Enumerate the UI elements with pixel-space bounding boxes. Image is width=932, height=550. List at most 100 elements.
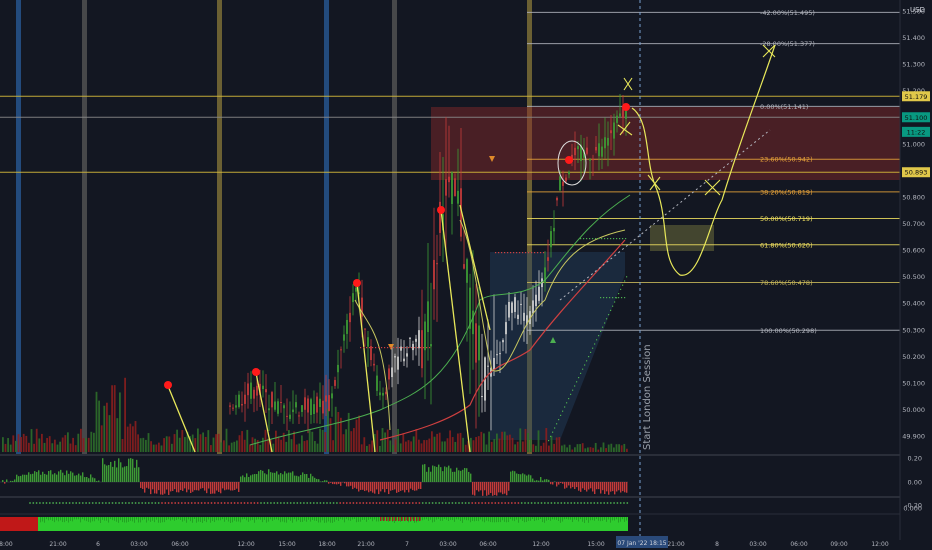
- trend-texture: [342, 517, 343, 520]
- osc-bar: [528, 474, 530, 482]
- stop-dot: [562, 410, 564, 412]
- osc-bar: [570, 482, 572, 489]
- osc-bar: [542, 480, 544, 482]
- volume-bar: [178, 437, 181, 452]
- candle-body: [601, 146, 603, 157]
- fib-level-label: 38.20%(50.819): [760, 188, 813, 196]
- candle-body: [232, 407, 234, 409]
- trend-texture: [552, 517, 553, 520]
- level-dot: [592, 238, 594, 240]
- osc-bar: [564, 482, 566, 489]
- osc-bar: [270, 472, 272, 482]
- osc-bar: [118, 458, 120, 482]
- state-dot: [385, 502, 388, 504]
- trend-texture: [84, 517, 85, 521]
- stop-dot: [574, 385, 576, 387]
- volume-bar: [464, 444, 467, 452]
- volume-bar: [15, 440, 17, 452]
- trend-texture: [580, 517, 581, 520]
- trend-texture: [268, 517, 269, 522]
- trend-texture: [486, 517, 487, 521]
- trend-texture: [336, 517, 337, 520]
- osc-bar: [518, 474, 520, 482]
- candle-body: [337, 364, 339, 373]
- trend-texture: [484, 517, 485, 523]
- state-dot: [316, 502, 318, 504]
- candle-body: [334, 380, 336, 386]
- osc-bar: [222, 482, 224, 489]
- state-dot: [177, 502, 180, 504]
- candle-body: [307, 398, 309, 413]
- trend-texture: [546, 517, 547, 521]
- volume-bar: [298, 443, 301, 452]
- trend-texture: [538, 517, 539, 521]
- osc-bar: [272, 472, 274, 482]
- volume-bar: [623, 443, 626, 452]
- osc-bar: [394, 482, 396, 490]
- osc-bar: [440, 467, 442, 482]
- state-dot: [411, 502, 414, 504]
- trend-texture: [576, 517, 577, 520]
- volume-bar: [111, 385, 113, 452]
- osc-bar: [332, 482, 334, 485]
- volume-bar: [142, 437, 145, 452]
- state-dot: [540, 502, 543, 504]
- trend-texture: [278, 517, 279, 521]
- osc-bar: [498, 482, 500, 493]
- annotation-start-london-session: Start London Session: [642, 344, 653, 450]
- state-dot: [596, 502, 599, 504]
- osc-bar: [548, 479, 550, 482]
- osc-bar: [200, 482, 202, 489]
- osc-bar: [360, 482, 362, 490]
- level-dot: [603, 297, 605, 299]
- trend-texture: [242, 517, 243, 520]
- state-dot: [563, 502, 566, 504]
- osc-bar: [608, 482, 610, 495]
- osc-bar: [120, 462, 122, 482]
- trend-texture: [428, 517, 429, 521]
- trend-texture: [230, 517, 231, 523]
- trend-texture: [560, 517, 561, 523]
- volume-bar: [295, 444, 298, 452]
- volume-bar: [418, 439, 420, 452]
- level-dot: [612, 297, 614, 299]
- state-dot: [616, 502, 619, 504]
- stop-dot: [618, 293, 620, 295]
- trading-chart[interactable]: -42.00%(51.495) -28.00%(51.377) 0.00%(51.1…: [0, 0, 932, 550]
- trend-texture: [306, 517, 307, 522]
- osc-bar: [124, 466, 126, 482]
- trend-texture: [106, 517, 107, 521]
- trend-texture: [228, 517, 229, 522]
- candle-body: [322, 400, 324, 414]
- volume-bar: [103, 405, 106, 452]
- osc-bar: [432, 465, 434, 482]
- osc-bar: [390, 482, 392, 491]
- trend-texture: [454, 517, 455, 522]
- trend-texture: [436, 517, 437, 520]
- volume-bar: [163, 438, 165, 452]
- state-dot: [124, 502, 127, 504]
- osc-bar: [356, 482, 358, 489]
- sell-signal-dot: [437, 206, 445, 214]
- trend-texture: [502, 517, 503, 521]
- volume-bar: [506, 435, 509, 452]
- state-dot: [497, 502, 500, 504]
- trend-texture: [448, 517, 449, 521]
- osc-bar: [522, 473, 524, 482]
- volume-bar: [134, 421, 137, 452]
- state-dot: [157, 502, 160, 504]
- state-dot: [279, 502, 282, 504]
- level-dot: [543, 252, 545, 254]
- trend-texture: [134, 517, 135, 523]
- trend-texture: [146, 517, 147, 523]
- volume-bar: [592, 447, 594, 452]
- osc-bar: [264, 473, 266, 482]
- trend-texture: [252, 517, 253, 521]
- osc-bar: [304, 474, 306, 482]
- volume-bar: [210, 445, 212, 452]
- volume-bar: [288, 430, 290, 452]
- candle-body: [595, 146, 597, 151]
- volume-bar: [158, 442, 160, 452]
- osc-bar: [514, 471, 516, 482]
- osc-bar: [80, 475, 82, 482]
